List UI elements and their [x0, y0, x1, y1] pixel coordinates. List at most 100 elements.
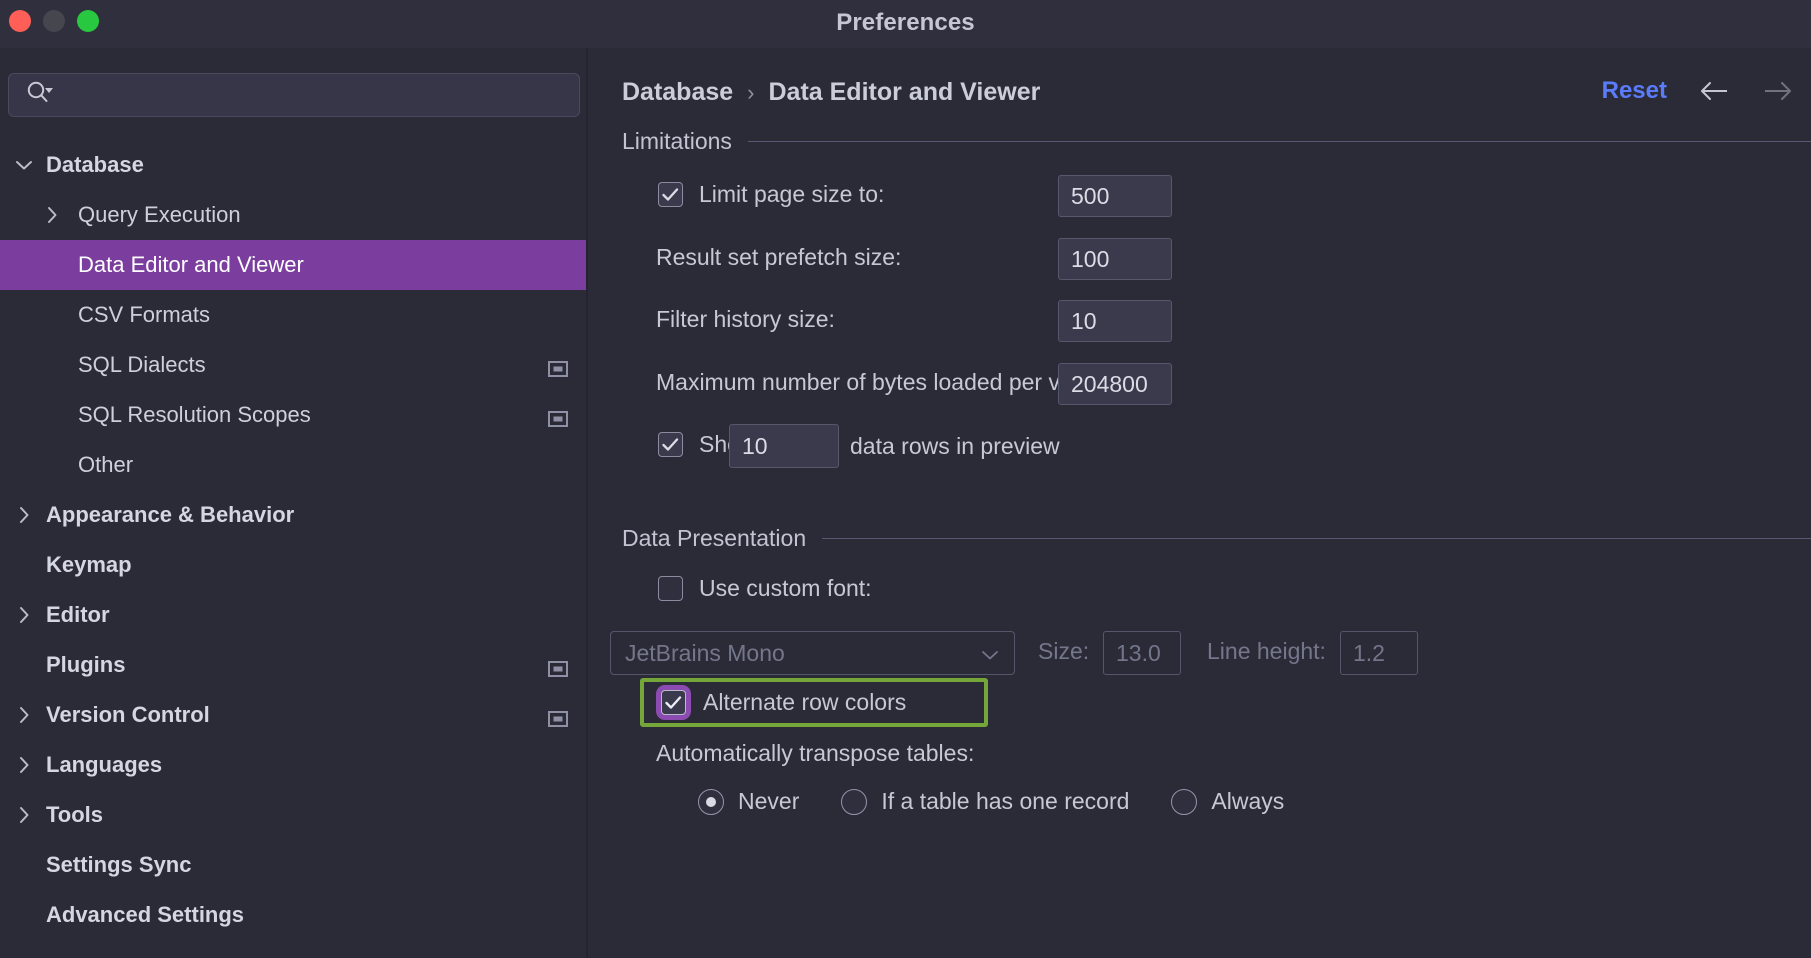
sidebar-item-plugins[interactable]: Plugins [0, 640, 586, 690]
max-bytes-input[interactable] [1058, 363, 1172, 405]
alternate-row-colors-row[interactable]: Alternate row colors [656, 685, 906, 720]
sidebar-item-label: Languages [46, 752, 162, 778]
back-arrow-icon[interactable] [1697, 76, 1731, 106]
sidebar-item-languages[interactable]: Languages [0, 740, 586, 790]
sidebar-item-version-control[interactable]: Version Control [0, 690, 586, 740]
show-first-input[interactable] [729, 424, 839, 468]
chevron-right-icon[interactable] [14, 755, 34, 775]
data-presentation-title: Data Presentation [622, 525, 806, 552]
font-size-input[interactable] [1103, 631, 1181, 675]
sidebar-item-advanced-settings[interactable]: Advanced Settings [0, 890, 586, 940]
transpose-option-if-a-table-has-one-record[interactable]: If a table has one record [841, 788, 1129, 815]
radio-button[interactable] [698, 789, 724, 815]
limit-page-size-input[interactable] [1058, 175, 1172, 217]
transpose-radio-group: Never If a table has one record Always [698, 788, 1284, 815]
forward-arrow-icon[interactable] [1761, 76, 1795, 106]
sidebar-item-label: Keymap [46, 552, 132, 578]
sidebar-item-label: Tools [46, 802, 103, 828]
chevron-right-icon[interactable] [14, 805, 34, 825]
sidebar-item-other[interactable]: Other [0, 440, 586, 490]
font-size-label: Size: [1038, 638, 1089, 665]
sidebar-item-settings-sync[interactable]: Settings Sync [0, 840, 586, 890]
sidebar-item-data-editor-and-viewer[interactable]: Data Editor and Viewer [0, 240, 586, 290]
sidebar-item-query-execution[interactable]: Query Execution [0, 190, 586, 240]
sidebar-item-appearance-behavior[interactable]: Appearance & Behavior [0, 490, 586, 540]
limit-page-size-row: Limit page size to: [658, 181, 884, 208]
line-height-input[interactable] [1340, 631, 1418, 675]
sidebar-item-label: SQL Dialects [78, 352, 206, 378]
search-input[interactable] [65, 84, 579, 106]
sidebar-item-label: Database [46, 152, 144, 178]
sidebar-item-label: Data Editor and Viewer [78, 252, 304, 278]
chevron-right-icon[interactable] [14, 605, 34, 625]
section-divider [748, 141, 1811, 142]
breadcrumb: Database › Data Editor and Viewer [622, 78, 1040, 107]
search-icon[interactable] [25, 80, 55, 111]
limitations-title: Limitations [622, 128, 732, 155]
transpose-option-never[interactable]: Never [698, 788, 799, 815]
sidebar-item-csv-formats[interactable]: CSV Formats [0, 290, 586, 340]
chevron-down-icon[interactable] [14, 155, 34, 175]
modified-settings-icon [548, 357, 568, 373]
alternate-row-colors-label: Alternate row colors [703, 689, 906, 716]
chevron-down-icon [980, 640, 1000, 667]
use-custom-font-checkbox[interactable] [658, 576, 683, 601]
transpose-option-label: Always [1211, 788, 1284, 815]
sidebar-item-tools[interactable]: Tools [0, 790, 586, 840]
limit-page-size-checkbox[interactable] [658, 182, 683, 207]
sidebar-item-label: Appearance & Behavior [46, 502, 294, 528]
sidebar-item-label: Editor [46, 602, 110, 628]
transpose-option-label: If a table has one record [881, 788, 1129, 815]
reset-button[interactable]: Reset [1602, 77, 1667, 105]
sidebar-item-label: SQL Resolution Scopes [78, 402, 311, 428]
transpose-option-label: Never [738, 788, 799, 815]
sidebar-item-label: Other [78, 452, 133, 478]
prefetch-size-input[interactable] [1058, 238, 1172, 280]
sidebar-item-label: Settings Sync [46, 852, 191, 878]
radio-selected-dot [706, 797, 716, 807]
modified-settings-icon [548, 657, 568, 673]
sidebar-item-keymap[interactable]: Keymap [0, 540, 586, 590]
settings-content-pane: Database › Data Editor and Viewer Reset … [590, 48, 1811, 958]
show-first-checkbox[interactable] [658, 432, 683, 457]
limit-page-size-label: Limit page size to: [699, 181, 884, 208]
radio-button[interactable] [1171, 789, 1197, 815]
radio-button[interactable] [841, 789, 867, 815]
sidebar-item-editor[interactable]: Editor [0, 590, 586, 640]
show-first-suffix-label: data rows in preview [850, 433, 1060, 460]
sidebar-item-database[interactable]: Database [0, 140, 586, 190]
filter-history-input[interactable] [1058, 300, 1172, 342]
sidebar-item-sql-resolution-scopes[interactable]: SQL Resolution Scopes [0, 390, 586, 440]
use-custom-font-row: Use custom font: [658, 575, 872, 602]
window-title: Preferences [0, 0, 1811, 46]
chevron-right-icon[interactable] [42, 205, 62, 225]
modified-settings-icon [548, 407, 568, 423]
alternate-row-colors-checkbox[interactable] [661, 690, 686, 715]
use-custom-font-label: Use custom font: [699, 575, 872, 602]
search-box[interactable] [8, 73, 580, 117]
chevron-right-icon[interactable] [14, 505, 34, 525]
font-family-value: JetBrains Mono [625, 640, 785, 667]
filter-history-label: Filter history size: [656, 306, 835, 333]
breadcrumb-parent[interactable]: Database [622, 78, 733, 107]
prefetch-size-row: Result set prefetch size: [656, 244, 901, 271]
settings-tree: Database Query Execution Data Editor and V… [0, 140, 586, 940]
search-field-container[interactable] [8, 73, 580, 117]
line-height-label: Line height: [1207, 638, 1326, 665]
sidebar-item-label: Advanced Settings [46, 902, 244, 928]
transpose-option-always[interactable]: Always [1171, 788, 1284, 815]
limitations-section-header: Limitations [622, 128, 1811, 155]
sidebar-item-sql-dialects[interactable]: SQL Dialects [0, 340, 586, 390]
chevron-right-icon[interactable] [14, 705, 34, 725]
prefetch-size-label: Result set prefetch size: [656, 244, 901, 271]
sidebar-item-label: CSV Formats [78, 302, 210, 328]
font-family-dropdown[interactable]: JetBrains Mono [610, 631, 1015, 675]
sidebar-item-label: Version Control [46, 702, 210, 728]
section-divider [822, 538, 1811, 539]
header-actions: Reset [1602, 76, 1795, 106]
transpose-tables-row: Automatically transpose tables: [656, 740, 974, 767]
window-titlebar: Preferences [0, 0, 1811, 48]
max-bytes-label: Maximum number of bytes loaded per value… [656, 369, 1110, 396]
data-presentation-section-header: Data Presentation [622, 525, 1811, 552]
max-bytes-row: Maximum number of bytes loaded per value… [656, 369, 1110, 396]
